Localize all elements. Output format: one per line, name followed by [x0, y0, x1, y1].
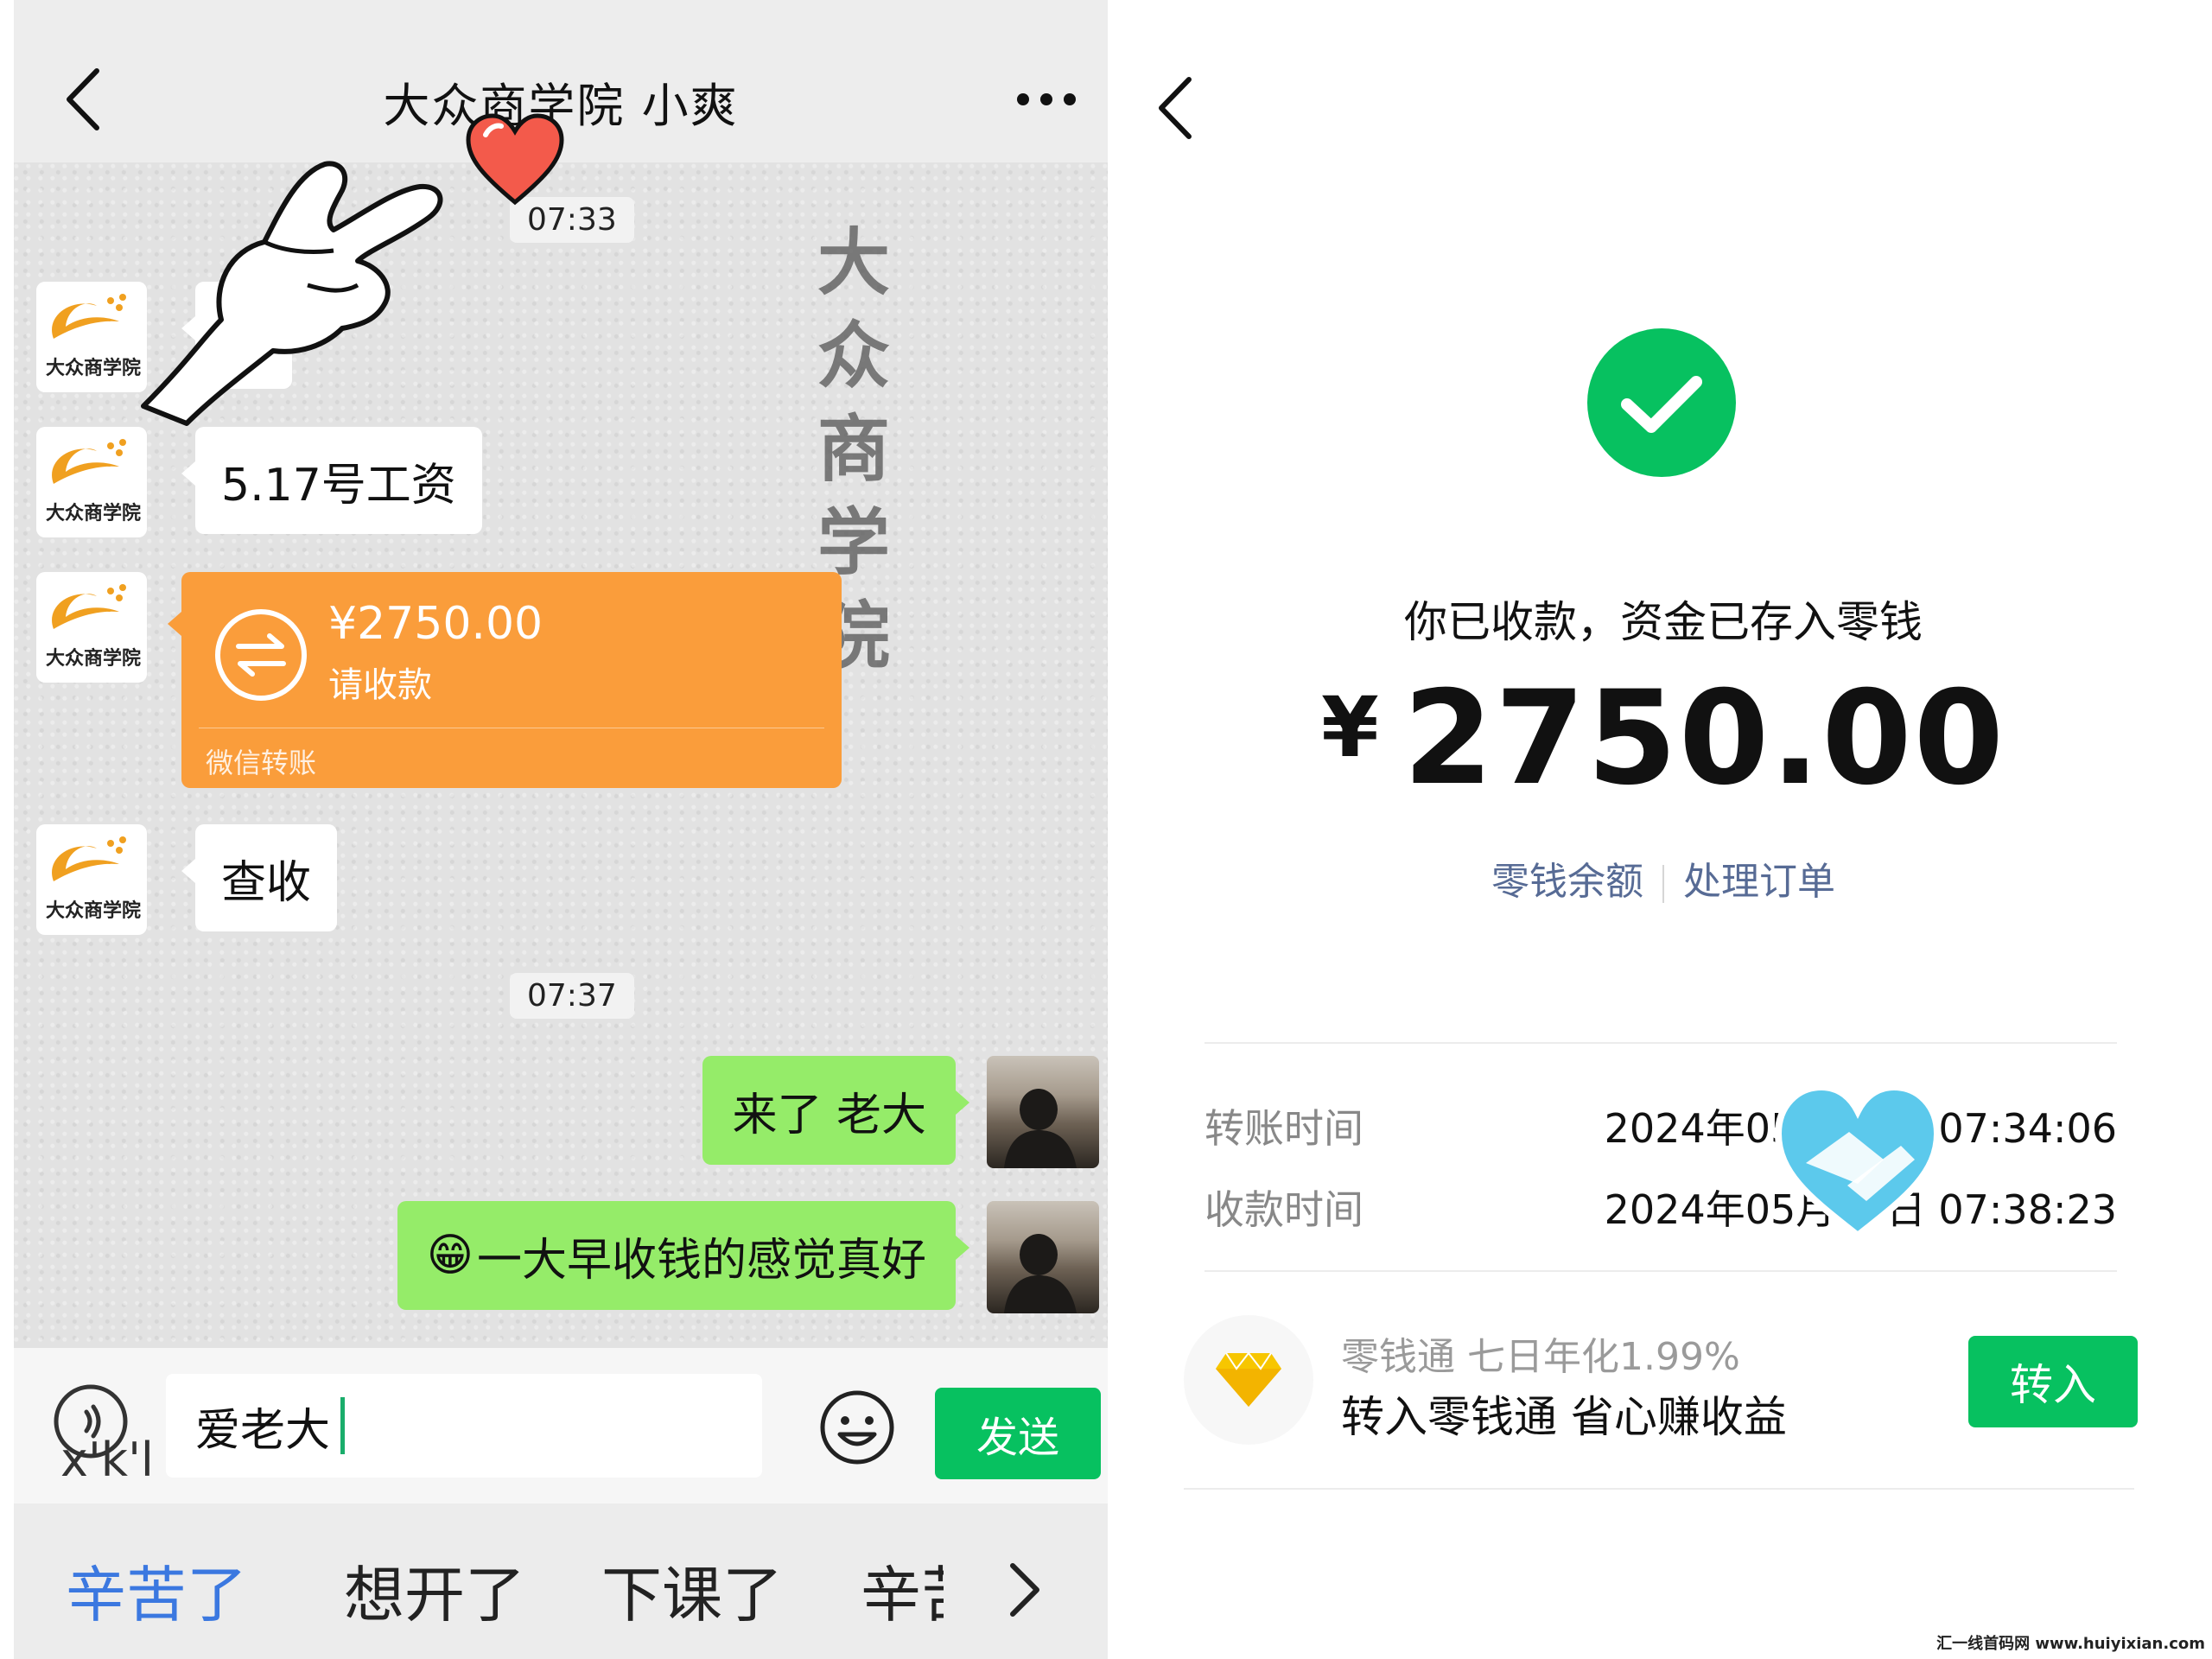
input-bar: x'k'l 爱老大 发送	[14, 1348, 1108, 1503]
payment-result-screen: 你已收款，资金已存入零钱 ¥2750.00 零钱余额 处理订单 转账时间 2024…	[1115, 0, 2212, 1659]
links-row: 零钱余额 处理订单	[1115, 850, 2212, 906]
suggestion-item[interactable]: 下课了	[601, 1547, 783, 1634]
pointing-hand-sticker-icon	[141, 161, 443, 426]
received-message: 你已收款，资金已存入零钱	[1404, 597, 1923, 647]
person-icon	[1004, 1234, 1077, 1313]
message-text: 一大早收钱的感觉真好	[476, 1234, 926, 1287]
timestamp: 07:37	[510, 973, 634, 1019]
success-check-icon	[1587, 328, 1736, 477]
text-caret	[340, 1397, 346, 1454]
avatar[interactable]: 大众商学院	[36, 427, 147, 537]
message-input[interactable]: 爱老大	[166, 1374, 762, 1478]
input-text: 爱老大	[195, 1404, 331, 1457]
avatar[interactable]	[987, 1056, 1099, 1168]
diamond-icon	[1216, 1351, 1281, 1407]
handshake-heart-sticker-icon	[1774, 1083, 1942, 1241]
lingqiantong-title: 零钱通 七日年化1.99%	[1341, 1335, 1740, 1379]
divider	[1205, 1042, 2117, 1044]
emoji-icon[interactable]	[817, 1388, 897, 1467]
ime-suggestion-bar: 辛苦了 想开了 下课了 辛苦	[14, 1503, 1108, 1659]
logo-text: 大众商学院	[45, 900, 141, 922]
message-bubble[interactable]: 5.17号工资	[181, 427, 482, 534]
chat-screen: 大众商学院 小爽 大众商学院 07:33 大众商学院 长 大众商学院 5.17号…	[14, 0, 1108, 1659]
avatar[interactable]: 大众商学院	[36, 572, 147, 683]
divider	[1184, 1488, 2134, 1490]
transfer-card[interactable]: ¥2750.00 请收款 微信转账	[168, 572, 842, 788]
avatar[interactable]: 大众商学院	[36, 824, 147, 935]
message-bubble-sent[interactable]: 来了 老大	[702, 1056, 969, 1165]
balance-link[interactable]: 零钱余额	[1472, 850, 1662, 906]
transfer-in-button[interactable]: 转入	[1968, 1336, 2138, 1427]
transfer-amount: ¥2750.00	[328, 598, 543, 650]
lingqiantong-description: 转入零钱通 省心赚收益	[1341, 1392, 1787, 1442]
amount-row: ¥2750.00	[1115, 664, 2212, 814]
suggestion-item[interactable]: 想开了	[344, 1547, 525, 1634]
logo-text: 大众商学院	[45, 648, 141, 670]
order-link[interactable]: 处理订单	[1664, 850, 1854, 906]
person-icon	[1004, 1089, 1077, 1168]
currency-symbol: ¥	[1321, 679, 1379, 776]
message-bubble[interactable]: 查收	[181, 824, 338, 931]
transfer-label: 微信转账	[206, 747, 317, 779]
receive-time-label: 收款时间	[1205, 1186, 1363, 1233]
transfer-time-label: 转账时间	[1205, 1105, 1363, 1152]
suggestion-item[interactable]: 辛苦了	[66, 1547, 247, 1634]
chevron-right-icon[interactable]	[999, 1555, 1051, 1624]
avatar[interactable]: 大众商学院	[36, 282, 147, 392]
divider	[1205, 1270, 2117, 1272]
more-icon[interactable]	[1007, 69, 1085, 130]
suggestion-item[interactable]: 辛苦	[861, 1547, 944, 1634]
message-bubble-sent[interactable]: 😁 一大早收钱的感觉真好	[397, 1201, 970, 1310]
back-arrow-icon[interactable]	[1151, 69, 1203, 147]
received-amount: 2750.00	[1402, 664, 2005, 814]
pinyin-overlay: x'k'l	[60, 1433, 154, 1487]
grin-emoji: 😁	[426, 1230, 474, 1281]
heart-sticker-icon	[466, 113, 564, 206]
site-watermark: 汇一线首码网 www.huiyixian.com	[1936, 1635, 2205, 1653]
transfer-subtitle: 请收款	[328, 665, 432, 705]
transfer-arrows-icon	[215, 609, 307, 701]
send-button[interactable]: 发送	[935, 1388, 1101, 1479]
lingqiantong-icon-wrap	[1184, 1315, 1313, 1445]
logo-text: 大众商学院	[45, 503, 141, 524]
logo-text: 大众商学院	[45, 358, 141, 379]
avatar[interactable]	[987, 1201, 1099, 1313]
